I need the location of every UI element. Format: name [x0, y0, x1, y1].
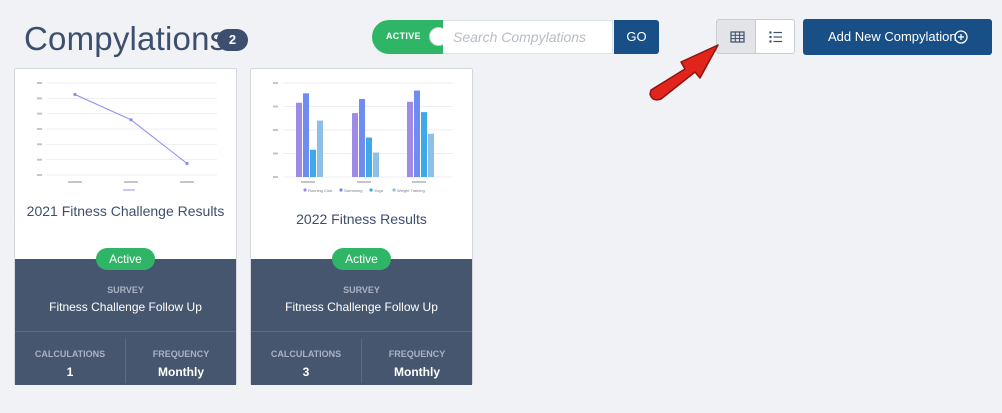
data-point: [73, 92, 77, 97]
survey-label: SURVEY: [107, 285, 144, 295]
legend-marker: [392, 188, 396, 192]
y-tick-label: [37, 112, 42, 115]
x-tick-label: [180, 181, 194, 183]
list-view-button[interactable]: [755, 19, 795, 54]
y-tick-label: [37, 174, 42, 176]
bar: [303, 93, 309, 177]
card-footer: Active SURVEY Fitness Challenge Follow U…: [251, 248, 472, 385]
add-button-label: Add New Compylation: [828, 29, 957, 44]
legend-label: Swimming: [344, 188, 362, 193]
x-tick-label: [124, 181, 138, 183]
survey-name: Fitness Challenge Follow Up: [49, 300, 202, 314]
y-tick-label: [37, 82, 42, 84]
x-tick-label: [412, 181, 426, 183]
y-tick-label: [37, 158, 42, 161]
calculations-value: 3: [302, 365, 310, 379]
y-tick-label: [37, 128, 42, 130]
y-tick-label: [273, 82, 278, 84]
bar: [428, 133, 434, 177]
frequency-value: Monthly: [158, 365, 204, 379]
bar: [421, 112, 427, 177]
card-footer: Active SURVEY Fitness Challenge Follow U…: [15, 248, 236, 385]
card-title[interactable]: 2021 Fitness Challenge Results: [23, 203, 228, 219]
calculations-value: 1: [66, 365, 74, 379]
frequency-value: Monthly: [394, 365, 440, 379]
frequency-label: FREQUENCY: [152, 349, 210, 359]
divider: [15, 331, 236, 332]
add-new-compylation-button[interactable]: Add New Compylation: [803, 19, 992, 55]
survey-label: SURVEY: [343, 285, 380, 295]
plus-circle-icon: [954, 30, 968, 44]
legend-label: Weight Training: [397, 188, 425, 193]
status-badge: Active: [332, 248, 391, 270]
legend-marker: [303, 188, 307, 192]
search-input[interactable]: [443, 20, 613, 54]
bar: [359, 98, 365, 177]
x-tick-label: [68, 181, 82, 183]
legend-marker: [339, 188, 343, 192]
bar: [310, 149, 316, 177]
active-toggle[interactable]: ACTIVE: [372, 20, 450, 54]
bar: [373, 152, 379, 177]
survey-name: Fitness Challenge Follow Up: [285, 300, 438, 314]
x-tick-label: [301, 181, 315, 183]
status-badge: Active: [96, 248, 155, 270]
y-tick-label: [37, 143, 42, 146]
legend-item: [123, 189, 135, 191]
active-toggle-label: ACTIVE: [386, 31, 421, 41]
bar: [414, 90, 420, 177]
calculations-label: CALCULATIONS: [270, 349, 342, 359]
data-point: [185, 161, 189, 166]
list-icon: [769, 31, 782, 43]
divider: [251, 331, 472, 332]
bar: [296, 102, 302, 177]
card-title[interactable]: 2022 Fitness Results: [259, 211, 464, 227]
calculations-label: CALCULATIONS: [34, 349, 106, 359]
data-point: [129, 118, 133, 122]
compylation-card[interactable]: Running Club Swimming Yoga Weight Training …: [250, 68, 473, 385]
y-tick-label: [273, 129, 278, 131]
y-tick-label: [37, 97, 42, 100]
bar: [407, 101, 413, 177]
annotation-arrow-icon: [649, 44, 719, 101]
y-tick-label: [273, 176, 278, 178]
x-tick-label: [357, 181, 371, 183]
card-chart: [37, 82, 217, 191]
legend-label: Running Club: [308, 188, 333, 193]
compylation-card[interactable]: 2021 Fitness Challenge Results Active SU…: [14, 68, 237, 385]
bar: [317, 120, 323, 177]
legend-label: Yoga: [374, 188, 384, 193]
y-tick-label: [273, 152, 278, 155]
bar: [352, 113, 358, 177]
y-tick-label: [273, 105, 278, 108]
legend-marker: [369, 188, 373, 192]
bar: [366, 137, 372, 177]
count-badge: 2: [217, 29, 248, 51]
page-title: Compylations: [24, 20, 227, 57]
card-chart: Running Club Swimming Yoga Weight Training: [273, 82, 453, 193]
frequency-label: FREQUENCY: [388, 349, 446, 359]
